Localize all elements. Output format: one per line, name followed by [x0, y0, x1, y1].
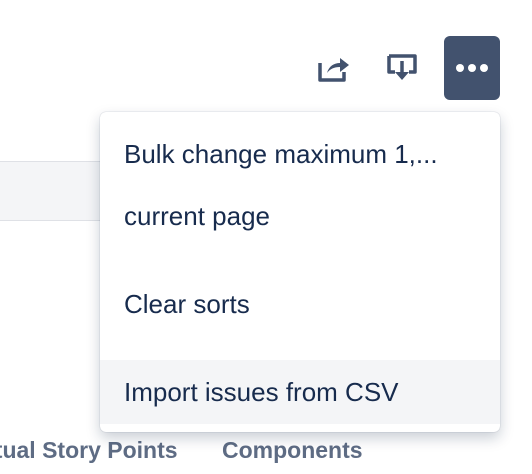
share-button[interactable]	[306, 36, 362, 100]
menu-item-bulk-change-max[interactable]: Bulk change maximum 1,...	[100, 134, 500, 174]
more-actions-dropdown: Bulk change maximum 1,... current page C…	[100, 112, 500, 432]
more-icon	[455, 63, 489, 73]
menu-item-import-csv[interactable]: Import issues from CSV	[100, 360, 500, 424]
more-actions-button[interactable]	[444, 36, 500, 100]
issue-toolbar	[306, 36, 500, 100]
share-icon	[317, 53, 351, 83]
export-icon	[386, 52, 418, 84]
menu-item-clear-sorts[interactable]: Clear sorts	[100, 284, 500, 324]
export-button[interactable]	[374, 36, 430, 100]
menu-item-bulk-change-current-page[interactable]: current page	[100, 196, 500, 236]
column-header-actual-story-points[interactable]: ctual Story Points	[0, 436, 178, 464]
table-column-headers: ctual Story Points Components	[0, 436, 532, 464]
page: ctual Story Points Components Bulk chang…	[0, 0, 532, 474]
column-header-components[interactable]: Components	[222, 436, 363, 464]
